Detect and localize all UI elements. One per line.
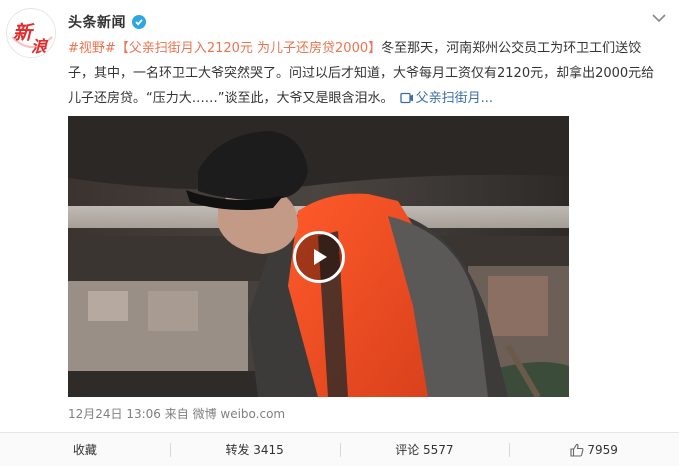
like-count: 7959 [587,442,618,457]
repost-label: 转发 3415 [225,443,284,457]
verified-icon [132,15,146,29]
author-name[interactable]: 头条新闻 [68,12,126,32]
title-post[interactable]: 为儿子还房贷2000】 [253,41,381,56]
source-prefix: 来自 [160,407,193,421]
play-icon [314,249,327,265]
weibo-card: 新 浪 头条新闻 #视野#【父亲扫街月入2120元 为儿子还房贷2000】冬至那… [0,0,679,466]
video-player[interactable] [68,116,569,397]
author-row: 头条新闻 [68,12,146,32]
title-amount[interactable]: 2120元 [207,41,253,56]
comment-button[interactable]: 评论 5577 [339,433,510,466]
like-button[interactable]: 7959 [509,433,679,466]
comment-label: 评论 5577 [395,443,454,457]
action-bar: 收藏 转发 3415 评论 5577 7959 [0,432,679,466]
post-meta: 12月24日 13:06 来自 微博 weibo.com [68,405,285,422]
title-pre[interactable]: 【父亲扫街月入 [116,41,207,56]
favorite-label: 收藏 [72,443,97,457]
play-button[interactable] [293,231,345,283]
post-source[interactable]: 微博 weibo.com [193,405,286,422]
avatar-char-2: 浪 [31,37,48,56]
chevron-down-icon[interactable] [651,12,667,24]
favorite-button[interactable]: 收藏 [0,433,170,466]
topic-link[interactable]: #视野# [68,41,116,56]
avatar-char-1: 新 [13,22,33,44]
avatar[interactable]: 新 浪 [6,8,56,58]
repost-button[interactable]: 转发 3415 [169,433,340,466]
video-link[interactable]: 父亲扫街月... [416,91,493,106]
video-link-icon [399,88,414,113]
post-time[interactable]: 12月24日 13:06 [68,405,161,422]
thumbs-up-icon [570,443,584,457]
post-text: #视野#【父亲扫街月入2120元 为儿子还房贷2000】冬至那天，河南郑州公交员… [68,36,664,113]
